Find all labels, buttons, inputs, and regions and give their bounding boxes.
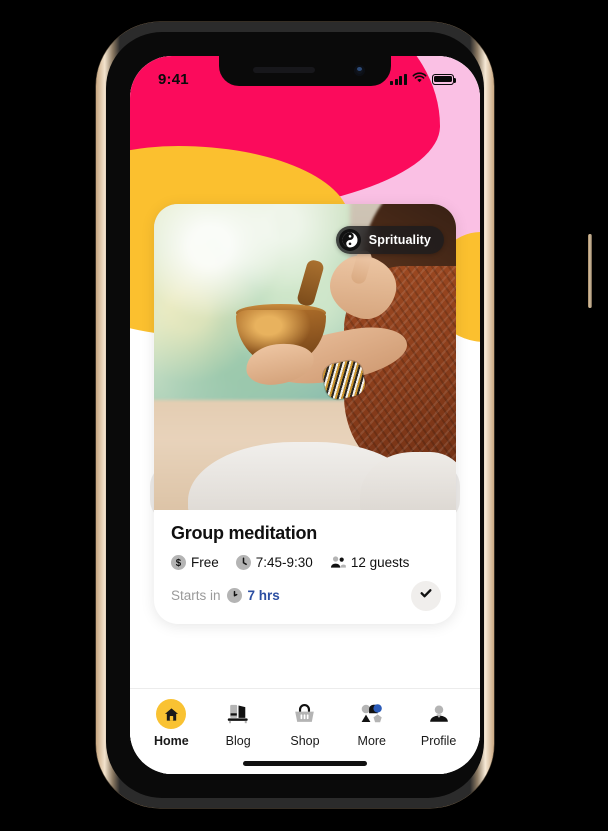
home-icon [164, 707, 178, 721]
event-meta-price: $ Free [171, 554, 219, 570]
notch [219, 56, 391, 86]
earpiece-speaker [253, 67, 315, 73]
event-card[interactable]: Sprituality Group meditation $ Free 7:45… [154, 204, 456, 624]
status-bar-indicators [390, 70, 457, 88]
svg-text:$: $ [176, 558, 182, 569]
home-icon-wrap [156, 699, 187, 729]
more-shapes-icon [361, 704, 382, 723]
person-icon-wrap [427, 699, 451, 729]
tab-blog[interactable]: Blog [208, 699, 268, 748]
tab-more-label: More [357, 734, 387, 748]
category-badge-label: Sprituality [368, 233, 431, 247]
check-icon [418, 585, 434, 606]
phone-bezel: 9:41 Sprituality Group meditation $ Free… [106, 32, 484, 798]
tab-blog-label: Blog [225, 734, 251, 748]
basket-icon [295, 704, 315, 722]
confirm-attendance-button[interactable] [411, 580, 441, 611]
event-meta-price-label: Free [191, 554, 219, 570]
power-button[interactable] [588, 234, 592, 308]
category-badge[interactable]: Sprituality [335, 226, 444, 254]
tab-shop-label: Shop [290, 734, 320, 748]
blog-icon-wrap [225, 699, 251, 729]
event-meta-guests-label: 12 guests [350, 554, 410, 570]
wifi-icon [412, 70, 427, 88]
event-card-photo: Sprituality [154, 204, 456, 510]
status-bar-time: 9:41 [158, 70, 189, 88]
event-footer-row: Starts in 7 hrs [171, 580, 441, 611]
event-card-body: Group meditation $ Free 7:45-9:30 12 gue… [154, 510, 456, 624]
event-meta-guests: 12 guests [330, 554, 410, 570]
clock-icon [235, 554, 251, 570]
person-icon [429, 705, 448, 722]
basket-icon-wrap [292, 699, 317, 729]
tab-profile[interactable]: Profile [409, 699, 469, 748]
event-meta-time-label: 7:45-9:30 [255, 554, 313, 570]
tab-more[interactable]: More [342, 699, 402, 748]
battery-icon [432, 73, 457, 85]
starts-in-value: 7 hrs [247, 588, 280, 604]
tab-home-label: Home [154, 734, 189, 748]
guests-icon [330, 555, 346, 570]
dollar-icon: $ [171, 554, 186, 570]
event-meta-row: $ Free 7:45-9:30 12 guests [171, 554, 439, 570]
screenshot-stage: 9:41 Sprituality Group meditation $ Free… [0, 0, 608, 831]
phone-frame: 9:41 Sprituality Group meditation $ Free… [96, 22, 592, 808]
blog-icon [227, 704, 248, 724]
front-camera-icon [354, 65, 365, 76]
home-indicator[interactable] [243, 761, 367, 766]
event-starts-in: Starts in 7 hrs [171, 588, 280, 604]
tab-shop[interactable]: Shop [275, 699, 335, 748]
event-title: Group meditation [171, 523, 317, 543]
starts-in-label: Starts in [171, 588, 221, 604]
tab-home[interactable]: Home [141, 699, 201, 748]
event-meta-time: 7:45-9:30 [235, 554, 313, 570]
home-active-pill [156, 699, 187, 729]
signal-bars-icon [390, 73, 407, 85]
more-shapes-icon-wrap [359, 699, 385, 729]
yin-yang-icon [338, 229, 361, 251]
timer-icon [226, 588, 242, 604]
phone-screen: 9:41 Sprituality Group meditation $ Free… [130, 56, 480, 774]
tab-profile-label: Profile [420, 734, 457, 748]
